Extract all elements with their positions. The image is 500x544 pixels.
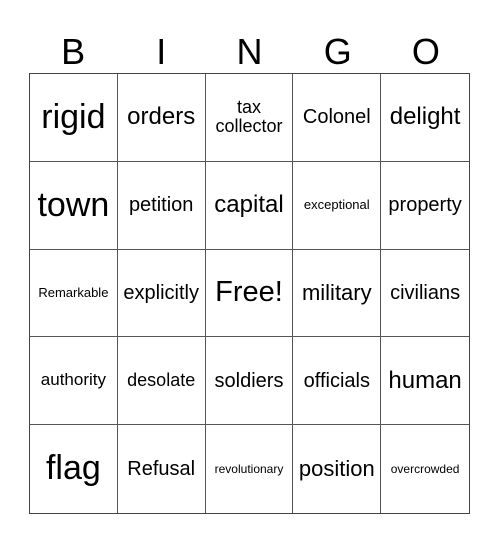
cell-text: delight bbox=[389, 103, 461, 131]
bingo-cell[interactable]: civilians bbox=[381, 250, 469, 338]
bingo-cell[interactable]: overcrowded bbox=[381, 425, 469, 513]
bingo-cell[interactable]: delight bbox=[381, 74, 469, 162]
bingo-cell[interactable]: Colonel bbox=[293, 74, 382, 162]
bingo-cell[interactable]: Refusal bbox=[118, 425, 206, 513]
header-letter-b: B bbox=[61, 31, 86, 72]
cell-text: tax collector bbox=[215, 96, 283, 137]
cell-text: military bbox=[301, 279, 372, 305]
header-letter-o: O bbox=[411, 31, 440, 72]
bingo-cell[interactable]: Remarkable bbox=[30, 249, 118, 338]
header-letter-i: I bbox=[156, 31, 167, 72]
bingo-cell[interactable]: human bbox=[381, 337, 469, 426]
cell-text: Colonel bbox=[302, 106, 371, 129]
bingo-cell[interactable]: explicitly bbox=[117, 249, 206, 338]
free-space-cell[interactable]: Free! bbox=[205, 249, 294, 338]
bingo-cell[interactable]: revolutionary bbox=[206, 425, 294, 513]
cell-text: explicitly bbox=[123, 281, 199, 304]
bingo-cell[interactable]: position bbox=[293, 425, 382, 513]
bingo-cell[interactable]: petition bbox=[117, 161, 206, 250]
bingo-cell[interactable]: town bbox=[30, 161, 118, 250]
cell-text: rigid bbox=[41, 97, 106, 136]
cell-text: revolutionary bbox=[214, 461, 284, 476]
bingo-cell[interactable]: rigid bbox=[30, 74, 118, 162]
bingo-cell[interactable]: orders bbox=[117, 74, 206, 162]
cell-text: overcrowded bbox=[390, 461, 460, 476]
bingo-cell[interactable]: authority bbox=[30, 337, 118, 426]
cell-text: human bbox=[388, 366, 462, 394]
header-letter-g: G bbox=[323, 31, 352, 72]
cell-text: exceptional bbox=[303, 197, 370, 213]
bingo-cell[interactable]: desolate bbox=[117, 337, 206, 426]
cell-text: orders bbox=[127, 103, 196, 131]
cell-text: town bbox=[37, 185, 110, 224]
cell-text: officials bbox=[303, 369, 370, 392]
cell-text: Remarkable bbox=[38, 284, 109, 300]
cell-text: authority bbox=[40, 370, 106, 390]
free-space-text: Free! bbox=[215, 276, 283, 309]
cell-text: capital bbox=[214, 191, 284, 218]
cell-text: desolate bbox=[127, 369, 196, 390]
bingo-grid: rigid orders tax collector Colonel delig… bbox=[29, 73, 470, 514]
bingo-cell[interactable]: exceptional bbox=[293, 161, 382, 250]
bingo-cell[interactable]: military bbox=[293, 249, 382, 338]
bingo-cell[interactable]: tax collector bbox=[205, 74, 294, 162]
bingo-cell[interactable]: soldiers bbox=[205, 337, 294, 426]
cell-text: civilians bbox=[390, 281, 461, 304]
cell-text: Refusal bbox=[127, 458, 196, 481]
cell-text: petition bbox=[128, 194, 194, 217]
bingo-cell[interactable]: property bbox=[381, 162, 469, 250]
header-letter-n: N bbox=[236, 31, 263, 72]
bingo-cell[interactable]: officials bbox=[293, 337, 382, 426]
bingo-cell[interactable]: capital bbox=[205, 161, 294, 250]
bingo-header: B I N G O bbox=[29, 30, 470, 73]
cell-text: soldiers bbox=[214, 369, 284, 392]
cell-text: position bbox=[298, 456, 375, 481]
bingo-cell[interactable]: flag bbox=[30, 425, 118, 513]
cell-text: flag bbox=[45, 449, 101, 488]
cell-text: property bbox=[388, 194, 462, 217]
